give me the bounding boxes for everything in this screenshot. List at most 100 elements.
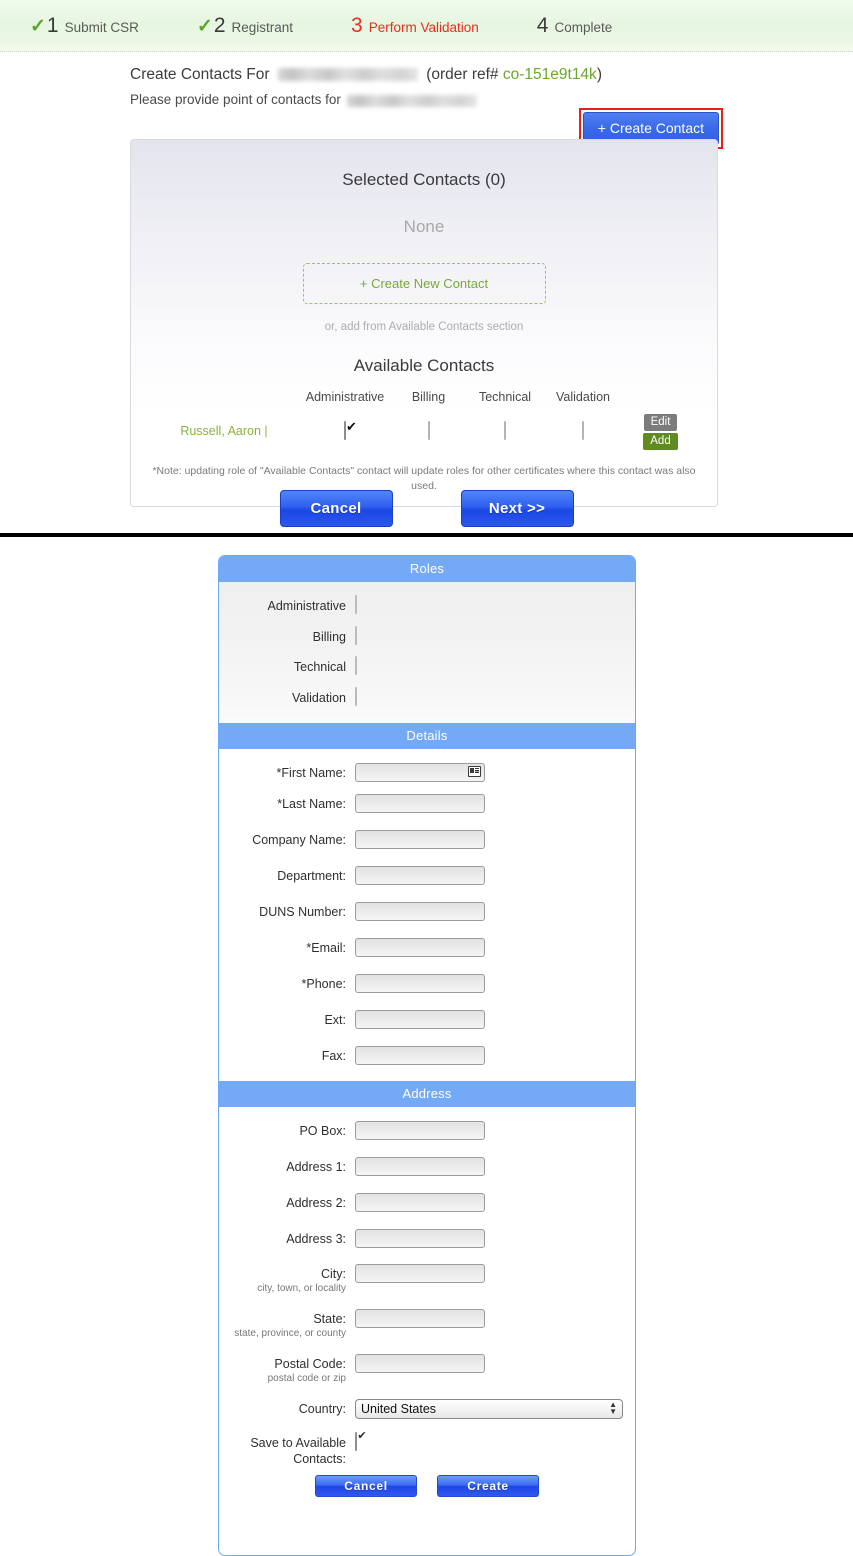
field-fax bbox=[355, 1045, 635, 1065]
column-name bbox=[149, 390, 299, 412]
details-section-header: Details bbox=[219, 722, 635, 749]
country-select[interactable]: United States bbox=[355, 1398, 623, 1419]
form-row-fax: Fax: bbox=[219, 1045, 635, 1065]
address-2-input[interactable] bbox=[355, 1192, 485, 1212]
label-postal-code-hint: postal code or zip bbox=[267, 1373, 346, 1385]
label-save-line1: Save to Available bbox=[250, 1435, 346, 1450]
form-create-button[interactable]: Create bbox=[437, 1475, 539, 1498]
label-city-text: City: bbox=[321, 1266, 346, 1281]
checkbox-role-billing[interactable] bbox=[355, 625, 357, 645]
checkbox-role-validation[interactable] bbox=[355, 686, 357, 706]
phone-input[interactable] bbox=[355, 973, 485, 993]
form-row-po-box: PO Box: bbox=[219, 1120, 635, 1140]
column-billing: Billing bbox=[411, 390, 446, 404]
duns-number-input[interactable] bbox=[355, 901, 485, 921]
order-ref-value: co-151e9t14k bbox=[502, 66, 597, 83]
label-save-to-contacts: Save to Available Contacts: bbox=[219, 1433, 355, 1467]
step-number: 1 bbox=[46, 13, 59, 37]
redacted-domain bbox=[277, 68, 418, 82]
form-row-address-3: Address 3: bbox=[219, 1228, 635, 1248]
page-title-prefix: Create Contacts For bbox=[130, 66, 270, 83]
field-state bbox=[355, 1308, 635, 1328]
po-box-input[interactable] bbox=[355, 1120, 485, 1140]
field-address-1 bbox=[355, 1156, 635, 1176]
field-ext bbox=[355, 1009, 635, 1029]
or-add-hint: or, add from Available Contacts section bbox=[324, 321, 524, 333]
wizard-step-3[interactable]: 3 Perform Validation bbox=[351, 14, 479, 38]
form-row-postal-code: Postal Code: postal code or zip bbox=[219, 1353, 635, 1386]
ext-input[interactable] bbox=[355, 1009, 485, 1029]
address-section-body: PO Box: Address 1: Address 2: Address 3: bbox=[219, 1107, 635, 1556]
selected-contacts-heading: Selected Contacts (0) bbox=[342, 170, 506, 189]
label-department: Department: bbox=[277, 868, 346, 883]
wizard-step-2[interactable]: ✓ 2 Registrant bbox=[197, 14, 293, 38]
add-contact-button[interactable]: Add bbox=[643, 433, 678, 450]
company-name-input[interactable] bbox=[355, 829, 485, 849]
label-first-name: *First Name: bbox=[276, 765, 346, 780]
label-validation: Validation bbox=[292, 690, 346, 705]
first-name-input[interactable] bbox=[355, 762, 485, 782]
checkbox-technical[interactable] bbox=[504, 420, 506, 440]
order-ref-suffix: ) bbox=[596, 66, 602, 83]
contact-name-link[interactable]: Russell, Aaron | bbox=[149, 412, 299, 450]
form-row-email: *Email: bbox=[219, 937, 635, 957]
checkbox-administrative[interactable] bbox=[344, 420, 346, 440]
form-row-phone: *Phone: bbox=[219, 973, 635, 993]
field-department bbox=[355, 865, 635, 885]
address-section-header: Address bbox=[219, 1080, 635, 1107]
checkbox-role-administrative[interactable] bbox=[355, 595, 357, 614]
checkbox-role-technical[interactable] bbox=[355, 656, 357, 676]
field-validation bbox=[355, 686, 635, 706]
email-input[interactable] bbox=[355, 937, 485, 957]
label-postal-code-text: Postal Code: bbox=[274, 1356, 346, 1371]
address-1-input[interactable] bbox=[355, 1156, 485, 1176]
contacts-panel: Selected Contacts (0) None + Create New … bbox=[130, 139, 718, 508]
step-number: 2 bbox=[213, 13, 226, 37]
checkbox-save-to-contacts[interactable] bbox=[355, 1431, 357, 1451]
label-state-hint: state, province, or county bbox=[234, 1328, 346, 1340]
form-row-state: State: state, province, or county bbox=[219, 1308, 635, 1341]
postal-code-input[interactable] bbox=[355, 1353, 485, 1373]
form-row-save-to-contacts: Save to Available Contacts: bbox=[219, 1431, 635, 1467]
form-row-first-name: *First Name: bbox=[219, 762, 635, 782]
label-email: *Email: bbox=[306, 940, 346, 955]
state-input[interactable] bbox=[355, 1308, 485, 1328]
address-3-input[interactable] bbox=[355, 1228, 485, 1248]
column-administrative: Administrative bbox=[305, 390, 385, 404]
create-new-contact-button[interactable]: + Create New Contact bbox=[302, 263, 546, 304]
form-row-address-1: Address 1: bbox=[219, 1156, 635, 1176]
wizard-step-1[interactable]: ✓ 1 Submit CSR bbox=[30, 14, 139, 38]
wizard-step-4[interactable]: 4 Complete bbox=[537, 14, 612, 38]
contact-card-icon[interactable] bbox=[468, 765, 481, 777]
form-row-administrative: Administrative bbox=[219, 595, 635, 615]
department-input[interactable] bbox=[355, 865, 485, 885]
step-label: Complete bbox=[554, 19, 613, 35]
checkbox-billing[interactable] bbox=[427, 420, 430, 440]
form-row-company-name: Company Name: bbox=[219, 829, 635, 849]
step-number: 3 bbox=[351, 13, 363, 37]
city-input[interactable] bbox=[355, 1263, 485, 1283]
wizard-next-button[interactable]: Next >> bbox=[460, 490, 574, 527]
roles-section-body: Administrative Billing Technical Validat… bbox=[219, 582, 635, 723]
last-name-input[interactable] bbox=[355, 793, 485, 813]
field-city bbox=[355, 1263, 635, 1283]
wizard-navigation: Cancel Next >> bbox=[0, 490, 853, 527]
field-administrative bbox=[355, 595, 635, 614]
field-first-name bbox=[355, 762, 635, 782]
wizard-cancel-button[interactable]: Cancel bbox=[279, 490, 393, 527]
wizard-step-indicator: ✓ 1 Submit CSR ✓ 2 Registrant 3 Perform … bbox=[0, 0, 853, 52]
form-cancel-button[interactable]: Cancel bbox=[315, 1475, 417, 1498]
checkbox-validation[interactable] bbox=[582, 420, 584, 440]
field-po-box bbox=[355, 1120, 635, 1140]
field-duns-number bbox=[355, 901, 635, 921]
check-icon: ✓ bbox=[30, 15, 46, 37]
label-administrative: Administrative bbox=[267, 599, 347, 613]
label-save-line2: Contacts: bbox=[293, 1451, 346, 1466]
field-email bbox=[355, 937, 635, 957]
cell-administrative bbox=[299, 412, 391, 450]
fax-input[interactable] bbox=[355, 1045, 485, 1065]
form-row-address-2: Address 2: bbox=[219, 1192, 635, 1212]
field-phone bbox=[355, 973, 635, 993]
edit-contact-button[interactable]: Edit bbox=[643, 414, 678, 431]
cell-billing bbox=[391, 412, 466, 450]
